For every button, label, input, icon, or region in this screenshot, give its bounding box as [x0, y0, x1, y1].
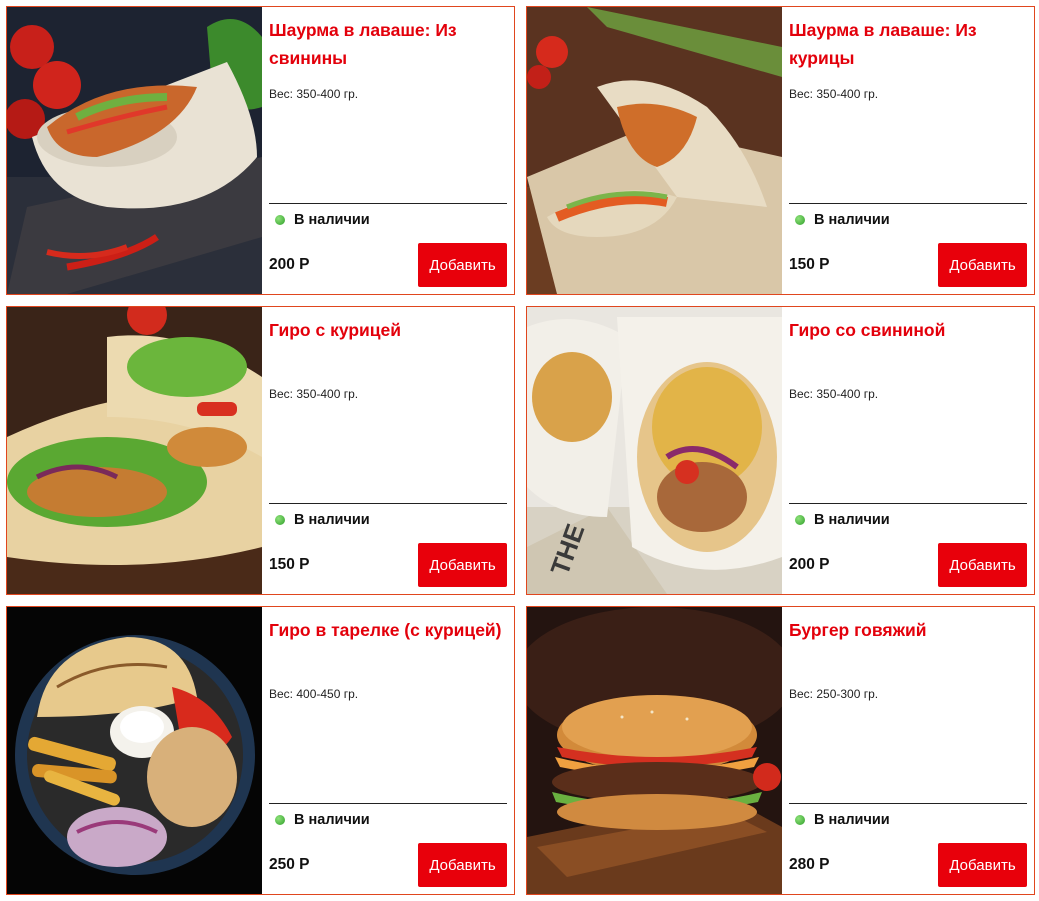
- gyro-plate-photo: [7, 607, 262, 894]
- product-title[interactable]: Гиро в тарелке (с курицей): [269, 616, 507, 644]
- in-stock-dot-icon: [275, 515, 285, 525]
- add-to-cart-button[interactable]: Добавить: [938, 843, 1027, 887]
- add-to-cart-button[interactable]: Добавить: [418, 843, 507, 887]
- stock-status: В наличии: [275, 512, 370, 528]
- product-price: 280 Р: [789, 856, 830, 873]
- product-card: Шаурма в лаваше: Из курицы Вес: 350-400 …: [526, 6, 1035, 295]
- product-title[interactable]: Шаурма в лаваше: Из курицы: [789, 16, 1027, 72]
- product-weight: Вес: 350-400 гр.: [789, 87, 879, 101]
- product-image[interactable]: [527, 607, 782, 894]
- product-card: Гиро с курицей Вес: 350-400 гр. В наличи…: [6, 306, 515, 595]
- product-title[interactable]: Шаурма в лаваше: Из свинины: [269, 16, 507, 72]
- stock-label: В наличии: [814, 512, 890, 528]
- stock-label: В наличии: [814, 212, 890, 228]
- stock-label: В наличии: [814, 812, 890, 828]
- stock-status: В наличии: [275, 812, 370, 828]
- stock-status: В наличии: [795, 512, 890, 528]
- divider: [789, 203, 1027, 204]
- beef-burger-photo: [527, 607, 782, 894]
- product-weight: Вес: 350-400 гр.: [789, 387, 879, 401]
- product-price: 200 Р: [269, 256, 310, 273]
- product-grid: Шаурма в лаваше: Из свинины Вес: 350-400…: [6, 6, 1036, 897]
- add-to-cart-button[interactable]: Добавить: [418, 243, 507, 287]
- product-weight: Вес: 400-450 гр.: [269, 687, 359, 701]
- product-card: Шаурма в лаваше: Из свинины Вес: 350-400…: [6, 6, 515, 295]
- stock-status: В наличии: [275, 212, 370, 228]
- product-image[interactable]: [527, 7, 782, 294]
- stock-status: В наличии: [795, 212, 890, 228]
- product-title[interactable]: Гиро с курицей: [269, 316, 507, 344]
- divider: [789, 803, 1027, 804]
- product-card: THE Гиро со свининой Вес: 350-400 гр. В …: [526, 306, 1035, 595]
- stock-label: В наличии: [294, 512, 370, 528]
- product-price: 250 Р: [269, 856, 310, 873]
- gyro-chicken-photo: [7, 307, 262, 594]
- divider: [789, 503, 1027, 504]
- in-stock-dot-icon: [795, 815, 805, 825]
- in-stock-dot-icon: [275, 215, 285, 225]
- stock-label: В наличии: [294, 212, 370, 228]
- product-price: 150 Р: [789, 256, 830, 273]
- product-card: Бургер говяжий Вес: 250-300 гр. В наличи…: [526, 606, 1035, 895]
- product-weight: Вес: 350-400 гр.: [269, 87, 359, 101]
- add-to-cart-button[interactable]: Добавить: [418, 543, 507, 587]
- divider: [269, 203, 507, 204]
- in-stock-dot-icon: [795, 515, 805, 525]
- product-image[interactable]: [7, 7, 262, 294]
- product-price: 200 Р: [789, 556, 830, 573]
- stock-status: В наличии: [795, 812, 890, 828]
- gyro-pork-photo: THE: [527, 307, 782, 594]
- product-weight: Вес: 250-300 гр.: [789, 687, 879, 701]
- stock-label: В наличии: [294, 812, 370, 828]
- divider: [269, 503, 507, 504]
- in-stock-dot-icon: [795, 215, 805, 225]
- divider: [269, 803, 507, 804]
- product-title[interactable]: Гиро со свининой: [789, 316, 1027, 344]
- product-price: 150 Р: [269, 556, 310, 573]
- shawarma-pork-photo: [7, 7, 262, 294]
- product-image[interactable]: [7, 607, 262, 894]
- product-image[interactable]: [7, 307, 262, 594]
- shawarma-chicken-photo: [527, 7, 782, 294]
- product-weight: Вес: 350-400 гр.: [269, 387, 359, 401]
- product-image[interactable]: THE: [527, 307, 782, 594]
- in-stock-dot-icon: [275, 815, 285, 825]
- add-to-cart-button[interactable]: Добавить: [938, 543, 1027, 587]
- add-to-cart-button[interactable]: Добавить: [938, 243, 1027, 287]
- product-card: Гиро в тарелке (с курицей) Вес: 400-450 …: [6, 606, 515, 895]
- product-title[interactable]: Бургер говяжий: [789, 616, 1027, 644]
